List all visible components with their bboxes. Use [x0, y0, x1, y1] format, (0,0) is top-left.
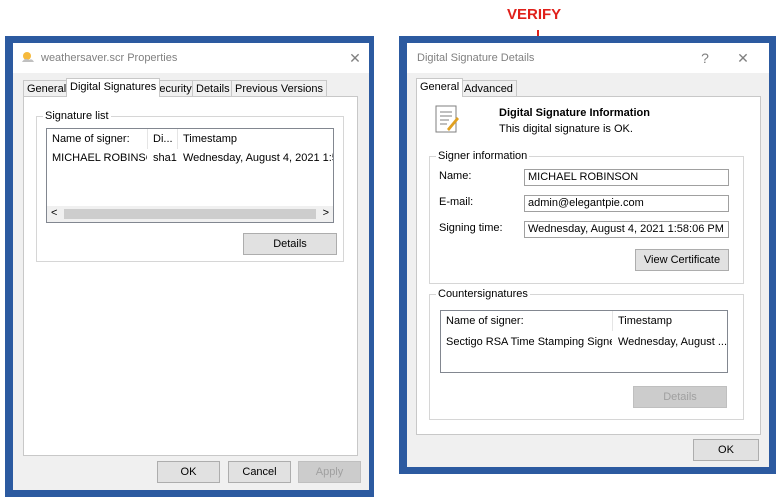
right-tab-panel: Digital Signature Information This digit…: [416, 96, 761, 435]
scroll-left-icon[interactable]: <: [51, 207, 57, 219]
countersignatures-list[interactable]: Name of signer: Timestamp Sectigo RSA Ti…: [440, 310, 728, 373]
right-title-bar: Digital Signature Details ? ✕: [407, 43, 769, 73]
column-header-signer[interactable]: Name of signer:: [47, 129, 148, 149]
apply-button[interactable]: Apply: [298, 461, 361, 483]
tab-advanced[interactable]: Advanced: [460, 80, 517, 97]
row-timestamp: Wednesday, August 4, 2021 1:58:...: [183, 152, 333, 164]
signature-status: This digital signature is OK.: [499, 123, 633, 135]
countersignatures-group: Countersignatures Name of signer: Timest…: [429, 288, 744, 420]
certificate-icon: [435, 105, 459, 136]
signature-list[interactable]: Name of signer: Di... Timestamp MICHAEL …: [46, 128, 334, 223]
signature-list-group: Signature list Name of signer: Di... Tim…: [36, 110, 344, 262]
tab-details[interactable]: Details: [192, 80, 234, 97]
scroll-thumb[interactable]: [64, 209, 316, 219]
right-dialog: Digital Signature Details ? ✕ General Ad…: [407, 43, 769, 467]
column-header-signer[interactable]: Name of signer:: [441, 311, 613, 331]
signing-time-label: Signing time:: [439, 222, 503, 234]
countersignatures-label: Countersignatures: [436, 288, 530, 300]
cancel-button[interactable]: Cancel: [228, 461, 291, 483]
app-icon: [21, 51, 35, 63]
column-header-timestamp[interactable]: Timestamp: [613, 311, 726, 331]
email-label: E-mail:: [439, 196, 474, 208]
horizontal-scrollbar[interactable]: < >: [47, 206, 333, 222]
tab-general[interactable]: General: [416, 78, 464, 97]
ok-button[interactable]: OK: [693, 439, 759, 461]
scroll-right-icon[interactable]: >: [323, 207, 329, 219]
column-header-timestamp[interactable]: Timestamp: [178, 129, 332, 149]
right-dialog-title: Digital Signature Details: [417, 52, 535, 64]
row-digest: sha1: [153, 152, 177, 164]
name-label: Name:: [439, 170, 472, 182]
tab-general[interactable]: General: [23, 80, 71, 97]
left-title-bar: weathersaver.scr Properties ✕: [13, 43, 369, 73]
table-row[interactable]: MICHAEL ROBINSON sha1 Wednesday, August …: [47, 150, 333, 166]
row-signer: MICHAEL ROBINSON: [52, 152, 147, 164]
left-tab-panel: Signature list Name of signer: Di... Tim…: [23, 96, 358, 456]
signing-time-field[interactable]: Wednesday, August 4, 2021 1:58:06 PM: [524, 221, 729, 238]
info-heading: Digital Signature Information: [499, 107, 650, 119]
details-button[interactable]: Details: [243, 233, 337, 255]
email-field[interactable]: admin@elegantpie.com: [524, 195, 729, 212]
close-icon[interactable]: ✕: [345, 49, 365, 67]
signer-information-group: Signer information Name: MICHAEL ROBINSO…: [429, 150, 744, 284]
tab-digital-signatures[interactable]: Digital Signatures: [66, 78, 161, 97]
tab-previous-versions[interactable]: Previous Versions: [231, 80, 328, 97]
signer-information-label: Signer information: [436, 150, 530, 162]
row-signer: Sectigo RSA Time Stamping Signer #2: [446, 336, 612, 348]
table-row[interactable]: Sectigo RSA Time Stamping Signer #2 Wedn…: [441, 334, 727, 350]
name-field[interactable]: MICHAEL ROBINSON: [524, 169, 729, 186]
ok-button[interactable]: OK: [157, 461, 220, 483]
view-certificate-button[interactable]: View Certificate: [635, 249, 729, 271]
help-icon[interactable]: ?: [695, 49, 715, 67]
row-timestamp: Wednesday, August ...: [618, 336, 728, 348]
close-icon[interactable]: ✕: [733, 49, 753, 67]
signature-list-label: Signature list: [43, 110, 111, 122]
left-dialog: weathersaver.scr Properties ✕ General Di…: [13, 43, 369, 490]
column-header-digest[interactable]: Di...: [148, 129, 178, 149]
countersignature-details-button[interactable]: Details: [633, 386, 727, 408]
left-dialog-title: weathersaver.scr Properties: [41, 52, 178, 64]
verify-annotation: VERIFY: [507, 6, 562, 23]
